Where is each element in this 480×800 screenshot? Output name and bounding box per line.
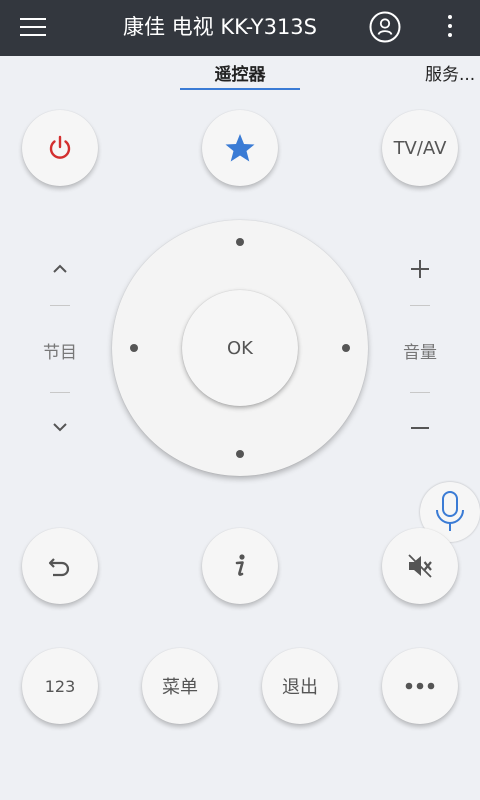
power-button[interactable] bbox=[22, 110, 98, 186]
active-tab-indicator bbox=[180, 88, 300, 90]
number-pad-label: 123 bbox=[44, 676, 76, 696]
hamburger-menu-icon[interactable] bbox=[20, 16, 46, 38]
tab-bar: 遥控器 服务... bbox=[0, 56, 480, 96]
mute-button[interactable] bbox=[382, 528, 458, 604]
ok-button[interactable]: OK bbox=[182, 290, 298, 406]
menu-label: 菜单 bbox=[162, 677, 198, 698]
favorite-button[interactable] bbox=[202, 110, 278, 186]
direction-pad: OK bbox=[112, 220, 368, 476]
top-bar: 康佳 电视 KK-Y313S bbox=[0, 0, 480, 56]
channel-down-icon[interactable] bbox=[52, 421, 68, 433]
dpad-down-button[interactable] bbox=[236, 450, 244, 458]
info-button[interactable] bbox=[202, 528, 278, 604]
channel-label: 节目 bbox=[43, 343, 77, 363]
tv-av-button[interactable]: TV/AV bbox=[382, 110, 458, 186]
page-title: 康佳 电视 KK-Y313S bbox=[122, 15, 317, 39]
tab-remote[interactable]: 遥控器 bbox=[180, 64, 300, 86]
channel-control: 节目 bbox=[30, 250, 90, 450]
divider bbox=[410, 392, 430, 393]
back-button[interactable] bbox=[22, 528, 98, 604]
volume-down-icon[interactable] bbox=[410, 418, 430, 438]
user-icon[interactable] bbox=[369, 11, 401, 43]
number-pad-button[interactable]: 123 bbox=[22, 648, 98, 724]
more-horizontal-icon bbox=[405, 682, 435, 690]
mute-icon bbox=[408, 554, 432, 578]
info-icon bbox=[235, 554, 245, 576]
divider bbox=[50, 305, 70, 306]
tv-av-label: TV/AV bbox=[393, 137, 447, 159]
dpad-right-button[interactable] bbox=[342, 344, 350, 352]
menu-button[interactable]: 菜单 bbox=[142, 648, 218, 724]
microphone-icon bbox=[436, 491, 464, 531]
power-icon bbox=[49, 135, 71, 159]
volume-up-icon[interactable] bbox=[410, 259, 430, 279]
channel-up-icon[interactable] bbox=[52, 263, 68, 275]
divider bbox=[50, 392, 70, 393]
dpad-left-button[interactable] bbox=[130, 344, 138, 352]
tab-service[interactable]: 服务... bbox=[425, 64, 475, 86]
volume-label: 音量 bbox=[403, 343, 437, 363]
more-options-icon[interactable] bbox=[440, 12, 460, 42]
divider bbox=[410, 305, 430, 306]
exit-button[interactable]: 退出 bbox=[262, 648, 338, 724]
star-icon bbox=[225, 134, 255, 162]
exit-label: 退出 bbox=[282, 677, 318, 698]
more-button[interactable] bbox=[382, 648, 458, 724]
volume-control: 音量 bbox=[390, 250, 450, 450]
dpad-up-button[interactable] bbox=[236, 238, 244, 246]
back-arrow-icon bbox=[48, 558, 70, 577]
